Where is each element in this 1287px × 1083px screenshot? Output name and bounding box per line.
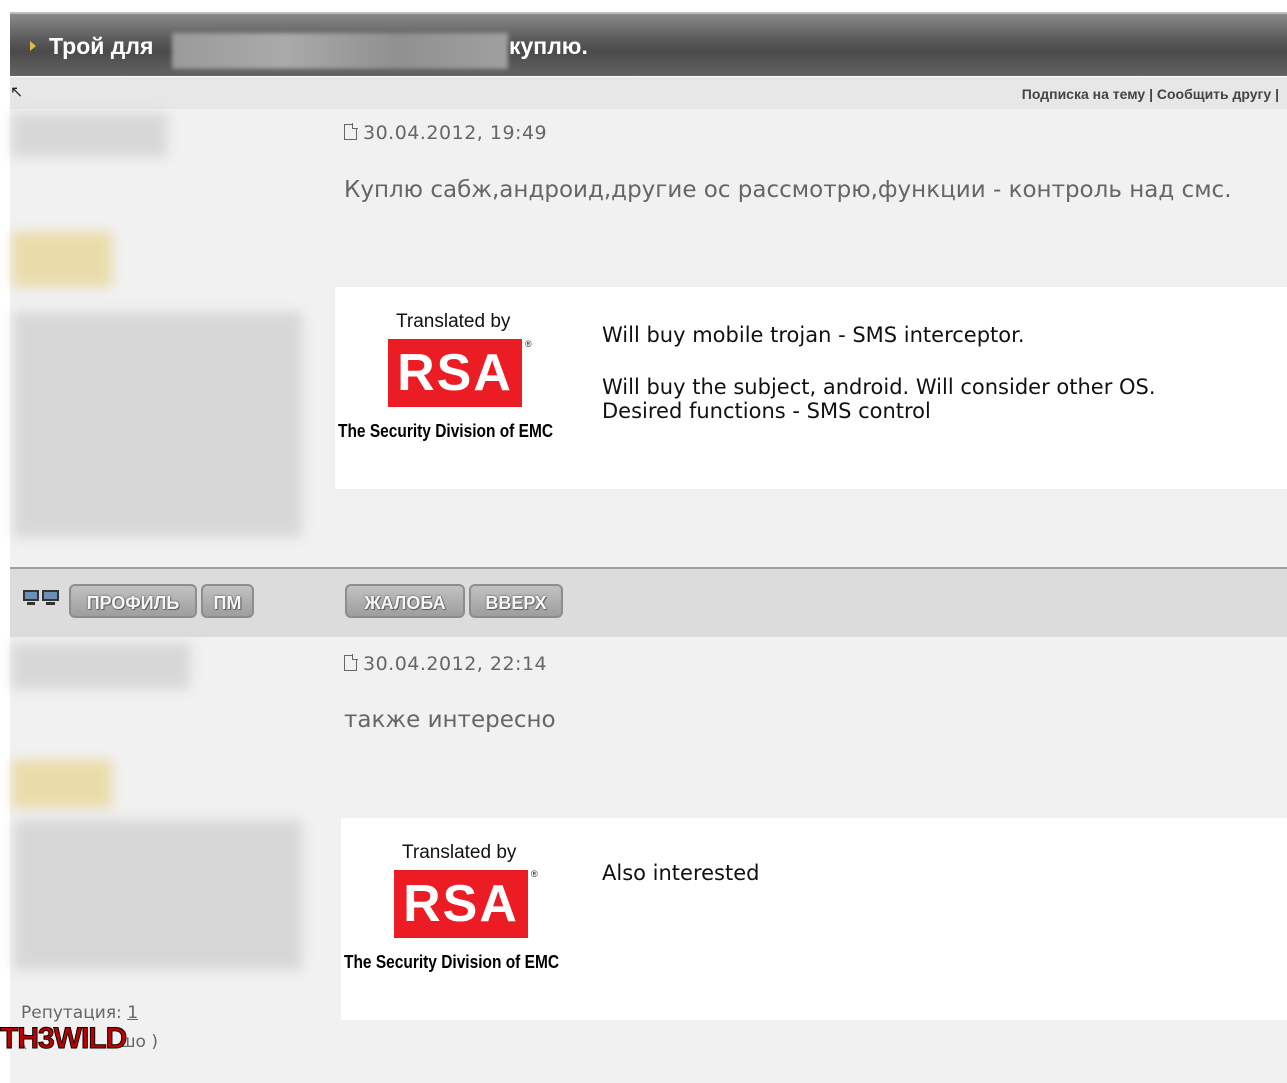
post-1-message: Куплю сабж,андроид,другие ос рассмотрю,ф… <box>344 177 1232 203</box>
registered-mark: ® <box>531 869 538 879</box>
document-icon <box>344 123 358 140</box>
report-button[interactable]: ЖАЛОБА <box>345 584 465 618</box>
translated-by-label: Translated by <box>396 311 511 332</box>
topic-title-suffix: куплю. <box>509 33 588 59</box>
rsa-tagline: The Security Division of EMC <box>338 421 554 441</box>
redacted-avatar <box>14 820 302 970</box>
watermark: TH3WILD <box>0 1022 128 1056</box>
rsa-logo: RSA <box>388 339 522 407</box>
post-1-date: 30.04.2012, 19:49 <box>344 122 547 144</box>
pm-button[interactable]: ПМ <box>201 584 254 618</box>
redacted-title-region <box>172 33 508 69</box>
topic-title-prefix: Трой для <box>49 33 154 59</box>
post-2-date-text: 30.04.2012, 22:14 <box>363 653 548 675</box>
redacted-avatar <box>14 312 302 537</box>
post-2-date: 30.04.2012, 22:14 <box>344 653 547 675</box>
redacted-rank-badge <box>12 760 112 808</box>
profile-button[interactable]: ПРОФИЛЬ <box>69 584 197 618</box>
post-2-message: также интересно <box>344 707 556 733</box>
online-computer-icon <box>23 590 59 605</box>
translated-by-label: Translated by <box>402 842 517 863</box>
arrow-right-icon <box>30 41 36 51</box>
redacted-username <box>12 643 190 689</box>
registered-mark: ® <box>525 339 532 349</box>
translation-line-1: Also interested <box>602 861 760 885</box>
redacted-rank-badge <box>12 232 112 287</box>
topic-action-links[interactable]: Подписка на тему | Сообщить другу | <box>1022 86 1279 102</box>
mouse-cursor-icon: ↖ <box>10 82 24 101</box>
translation-line-2: Will buy the subject, android. Will cons… <box>602 375 1156 399</box>
translation-line-3: Desired functions - SMS control <box>602 399 931 423</box>
document-icon <box>344 654 358 671</box>
redacted-username <box>12 113 167 157</box>
up-button[interactable]: ВВЕРХ <box>469 584 563 618</box>
reputation-label: Репутация: <box>21 1003 122 1023</box>
rsa-logo: RSA <box>394 870 528 938</box>
post-1-date-text: 30.04.2012, 19:49 <box>363 122 548 144</box>
rsa-tagline: The Security Division of EMC <box>344 952 560 972</box>
reputation: Репутация: 1 <box>21 1003 138 1023</box>
translation-line-1: Will buy mobile trojan - SMS interceptor… <box>602 323 1025 347</box>
reputation-value[interactable]: 1 <box>127 1003 138 1023</box>
